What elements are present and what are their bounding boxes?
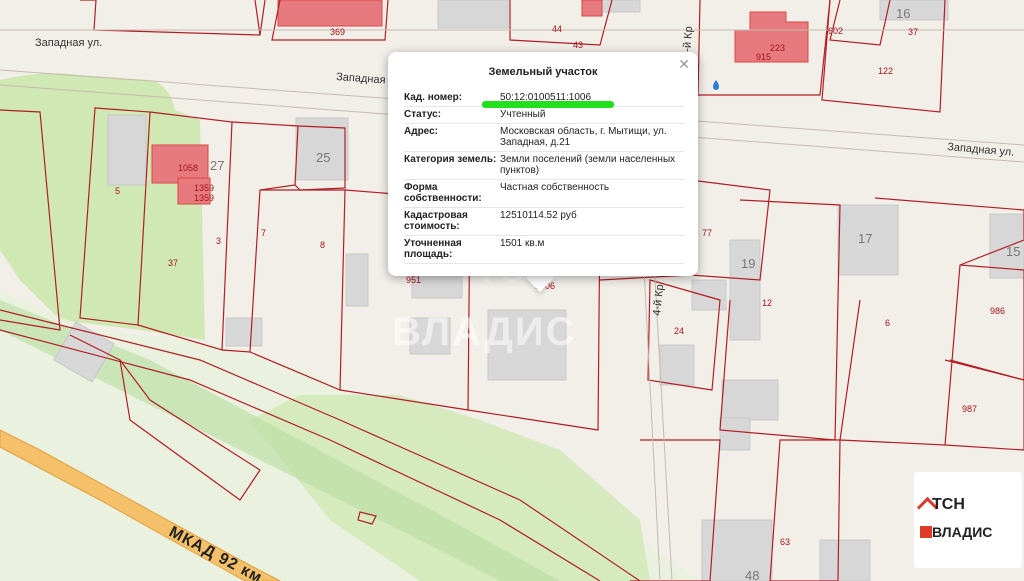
plot-number: 12 (762, 298, 772, 308)
house-number: 25 (316, 150, 330, 165)
table-row: Кадастровая стоимость: 12510114.52 руб (404, 207, 684, 236)
row-label: Форма собственности: (404, 179, 500, 208)
plot-number: 6 (885, 318, 890, 328)
plot-number: 3 (216, 236, 221, 246)
house-number: 17 (858, 231, 872, 246)
logo-line2: ВЛАДИС (932, 524, 993, 540)
plot-number: 987 (962, 404, 977, 414)
house-number: 48 (745, 568, 759, 581)
row-label: Статус: (404, 106, 500, 124)
plot-number: 369 (330, 27, 345, 37)
plot-number: 223 (770, 43, 785, 53)
plot-number: 8 (320, 240, 325, 250)
plot-number: 1359 (194, 183, 214, 193)
plot-number: 63 (780, 537, 790, 547)
logo-line1: ТСН (932, 496, 965, 513)
table-row: Статус: Учтенный (404, 106, 684, 124)
table-row: Категория земель: Земли поселений (земли… (404, 151, 684, 180)
plot-number: 24 (674, 326, 684, 336)
plot-number: 5 (115, 186, 120, 196)
plot-number: 951 (406, 275, 421, 285)
parcel-info-popup: Земельный участок ✕ Кад. номер: 50:12:01… (388, 52, 698, 276)
street-label: Западная ул. (35, 37, 102, 49)
table-row: Адрес: Московская область, г. Мытищи, ул… (404, 123, 684, 152)
popup-title: Земельный участок (488, 66, 598, 78)
table-row: Форма собственности: Частная собственнос… (404, 179, 684, 208)
plot-number: 602 (828, 26, 843, 36)
row-label: Категория земель: (404, 151, 500, 180)
house-number: 19 (741, 256, 755, 271)
plot-number: 7 (261, 228, 266, 238)
parcel-info-table: Кад. номер: 50:12:0100511:1006 Статус: У… (404, 90, 684, 264)
plot-number: 77 (702, 228, 712, 238)
company-logo: ТСН ВЛАДИС (914, 472, 1022, 568)
row-value: 12510114.52 руб (500, 207, 684, 236)
row-value: 1501 кв.м (500, 235, 684, 264)
row-label: Уточненная площадь: (404, 235, 500, 264)
table-row: Уточненная площадь: 1501 кв.м (404, 235, 684, 264)
row-value: Учтенный (500, 106, 684, 124)
plot-number: 122 (878, 66, 893, 76)
row-label: Кадастровая стоимость: (404, 207, 500, 236)
plot-number: 37 (908, 27, 918, 37)
row-value: Частная собственность (500, 179, 684, 208)
house-number: 16 (896, 6, 910, 21)
street-label: 4-й Кр (651, 284, 666, 317)
row-value: Земли поселений (земли населенных пункто… (500, 151, 684, 180)
water-marker-icon (713, 80, 719, 90)
watermark-text: ВЛАДИС (392, 310, 577, 354)
plot-number: 986 (990, 306, 1005, 316)
house-number: 15 (1006, 244, 1020, 259)
row-label: Адрес: (404, 123, 500, 152)
plot-number: 1058 (178, 163, 198, 173)
square-icon (920, 526, 932, 538)
plot-number: 37 (168, 258, 178, 268)
row-value: Московская область, г. Мытищи, ул. Запад… (500, 123, 684, 152)
plot-number: 1359 (194, 193, 214, 203)
house-number: 27 (210, 158, 224, 173)
close-icon[interactable]: ✕ (678, 56, 690, 73)
plot-number: 44 (552, 24, 562, 34)
plot-number: 43 (573, 40, 583, 50)
highlight-marker (482, 101, 614, 108)
plot-number: 915 (756, 52, 771, 62)
